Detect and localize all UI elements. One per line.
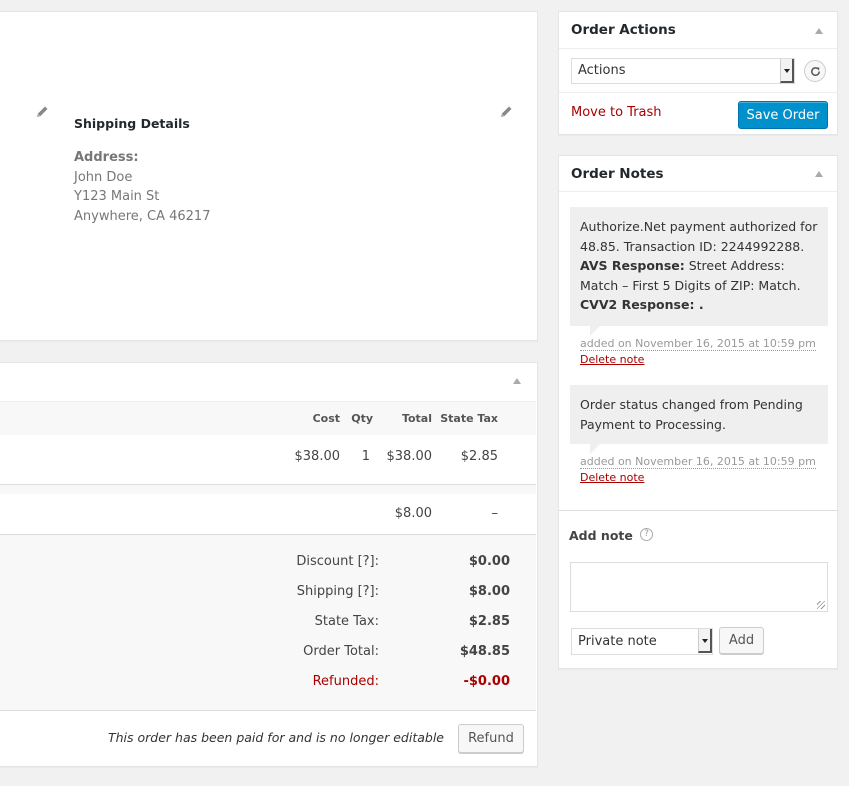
totals-value: $8.00 <box>468 584 510 599</box>
address-label: Address: <box>74 150 139 165</box>
apply-action-button[interactable] <box>804 60 826 82</box>
order-items-panel: Cost Qty Total State Tax $38.00 1 $38.00… <box>0 362 538 767</box>
shipping-address: Address: John Doe Y123 Main St Anywhere,… <box>74 148 210 226</box>
order-actions-panel: Order Actions Actions Move to Trash Save… <box>558 11 838 135</box>
shipping-tax: – <box>491 506 499 521</box>
chevron-down-icon <box>698 629 712 653</box>
shipping-row: $8.00 – <box>0 494 536 535</box>
totals-row-refunded: Refunded: -$0.00 <box>0 674 536 694</box>
divider <box>559 48 837 49</box>
totals-row-order-total: Order Total: $48.85 <box>0 644 536 664</box>
add-note-label: Add note <box>569 528 633 543</box>
note-type-select[interactable]: Private note <box>571 628 713 655</box>
totals-row-discount: Discount [?]: $0.00 <box>0 554 536 574</box>
col-header-cost: Cost <box>312 412 340 425</box>
order-notes-panel: Order Notes Authorize.Net payment author… <box>558 155 838 669</box>
totals-label: Order Total: <box>303 644 379 659</box>
collapse-arrow-icon[interactable] <box>513 378 521 384</box>
order-actions-title: Order Actions <box>571 22 676 38</box>
items-table-header: Cost Qty Total State Tax <box>0 401 536 435</box>
chevron-down-icon <box>780 59 794 83</box>
address-line: Anywhere, CA 46217 <box>74 208 211 224</box>
delete-note-link[interactable]: Delete note <box>580 352 816 368</box>
totals-label: Shipping [?]: <box>296 584 379 599</box>
col-header-total: Total <box>401 412 432 425</box>
totals-value: $48.85 <box>459 644 510 659</box>
actions-select-value: Actions <box>578 63 626 78</box>
row-spacer <box>0 485 536 494</box>
totals-row-shipping: Shipping [?]: $8.00 <box>0 584 536 604</box>
table-row: $38.00 1 $38.00 $2.85 <box>0 435 536 485</box>
cvv-label: CVV2 Response: . <box>580 297 704 312</box>
order-data-panel: Shipping Details Address: John Doe Y123 … <box>0 11 538 341</box>
edit-shipping-pencil-icon[interactable] <box>498 104 514 120</box>
note-date: added on November 16, 2015 at 10:59 pm <box>580 455 816 469</box>
note-content: Authorize.Net payment authorized for 48.… <box>570 207 828 336</box>
totals-label: Discount [?]: <box>296 554 379 569</box>
totals-value: $2.85 <box>468 614 510 629</box>
note-date: added on November 16, 2015 at 10:59 pm <box>580 337 816 351</box>
actions-select[interactable]: Actions <box>571 58 795 84</box>
avs-label: AVS Response: <box>580 258 685 273</box>
note-text: Authorize.Net payment authorized for 48.… <box>580 219 818 254</box>
note-content: Order status changed from Pending Paymen… <box>570 385 828 454</box>
shipping-details-title: Shipping Details <box>74 116 190 131</box>
collapse-arrow-icon[interactable] <box>815 28 823 34</box>
help-icon[interactable]: ? <box>640 528 653 541</box>
note-textarea[interactable] <box>570 562 828 612</box>
totals-label: State Tax: <box>314 614 379 629</box>
add-note-button[interactable]: Add <box>719 627 764 654</box>
shipping-total: $8.00 <box>394 506 432 521</box>
refund-button[interactable]: Refund <box>458 724 524 753</box>
totals-value: -$0.00 <box>463 674 510 689</box>
address-line: Y123 Main St <box>74 189 160 204</box>
col-header-qty: Qty <box>351 412 373 425</box>
note-meta: added on November 16, 2015 at 10:59 pm D… <box>580 454 816 486</box>
item-cost: $38.00 <box>294 449 341 464</box>
totals-row-state-tax: State Tax: $2.85 <box>0 614 536 634</box>
add-note-section: Add note ? Private note Add <box>559 510 837 668</box>
note-type-value: Private note <box>578 634 657 649</box>
item-qty: 1 <box>361 449 370 464</box>
resize-grip-icon[interactable] <box>817 601 825 609</box>
divider <box>559 92 837 93</box>
save-order-button[interactable]: Save Order <box>738 101 828 129</box>
note-meta: added on November 16, 2015 at 10:59 pm D… <box>580 336 816 368</box>
edit-billing-pencil-icon[interactable] <box>34 104 50 120</box>
delete-note-link[interactable]: Delete note <box>580 470 816 486</box>
totals-label: Refunded: <box>312 674 379 689</box>
note-text: Order status changed from Pending Paymen… <box>580 397 803 432</box>
col-header-state-tax: State Tax <box>440 412 498 425</box>
refresh-icon <box>811 67 820 76</box>
item-total: $38.00 <box>386 449 433 464</box>
collapse-arrow-icon[interactable] <box>815 171 823 177</box>
order-notes-title: Order Notes <box>571 166 664 182</box>
paid-notice: This order has been paid for and is no l… <box>108 730 444 745</box>
item-tax: $2.85 <box>460 449 498 464</box>
divider <box>559 191 837 192</box>
order-totals: Discount [?]: $0.00 Shipping [?]: $8.00 … <box>0 535 536 711</box>
address-line: John Doe <box>74 169 133 185</box>
move-to-trash-link[interactable]: Move to Trash <box>571 105 662 120</box>
totals-value: $0.00 <box>468 554 510 569</box>
